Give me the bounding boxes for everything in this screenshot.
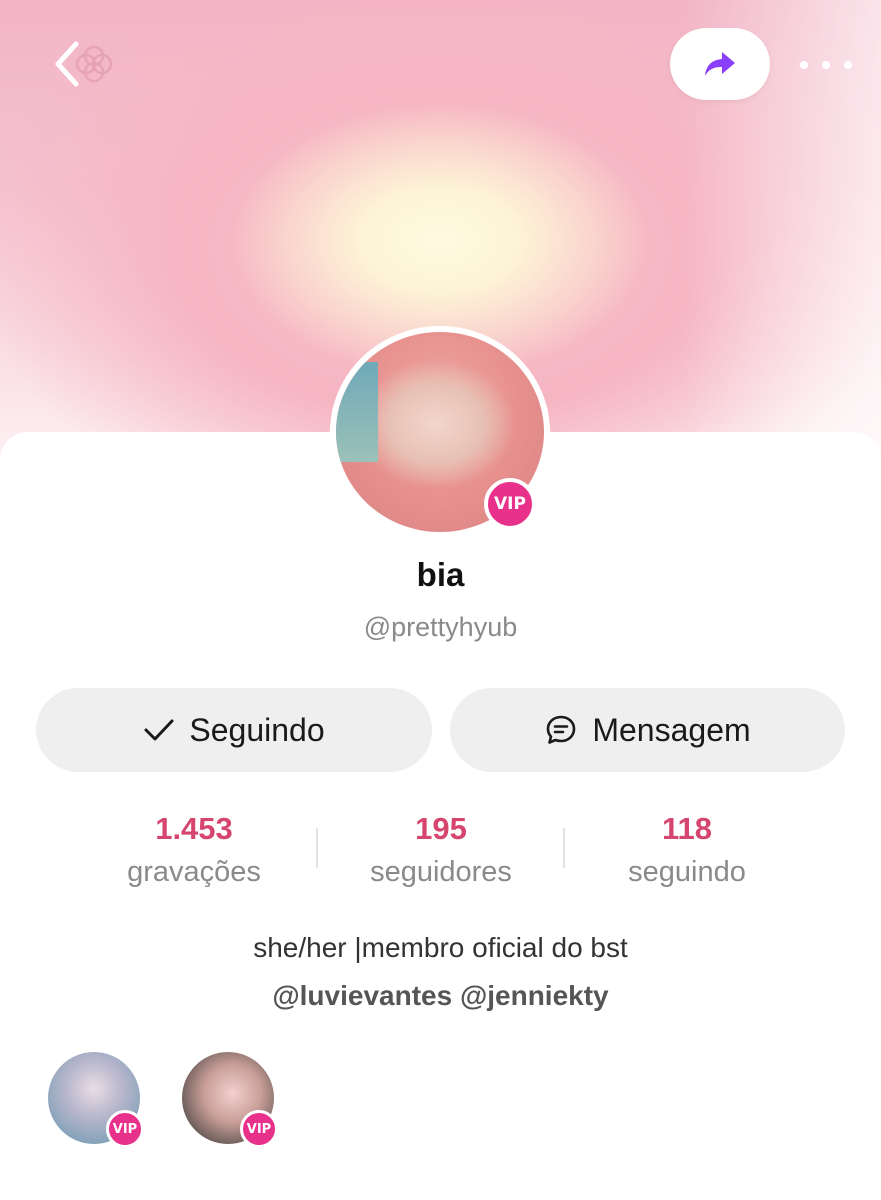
following-button[interactable]: Seguindo	[36, 688, 432, 772]
profile-name: bia	[416, 556, 465, 593]
more-options-button[interactable]	[800, 50, 852, 80]
stat-recordings[interactable]: 1.453 gravações	[74, 808, 314, 892]
stat-divider	[563, 828, 565, 868]
share-arrow-icon	[705, 52, 735, 76]
share-button[interactable]	[670, 28, 770, 100]
stat-value: 1.453	[155, 811, 233, 846]
chevron-left-icon	[55, 41, 113, 87]
more-dot	[822, 61, 830, 69]
message-button[interactable]: Mensagem	[450, 688, 845, 772]
stat-label: gravações	[127, 856, 261, 888]
profile-stats: 1.453 gravações 195 seguidores 118 segui…	[0, 808, 881, 898]
stat-following[interactable]: 118 seguindo	[567, 808, 807, 892]
stat-followers[interactable]: 195 seguidores	[321, 808, 561, 892]
message-label: Mensagem	[592, 711, 751, 748]
linked-account-avatar[interactable]: VIP	[48, 1052, 144, 1148]
vip-badge: VIP	[240, 1110, 278, 1148]
vip-badge: VIP	[484, 478, 536, 530]
chat-bubble-icon	[547, 715, 576, 744]
back-button[interactable]	[48, 36, 128, 96]
stat-value: 195	[415, 811, 467, 846]
stat-divider	[316, 828, 318, 868]
profile-handle: @prettyhyub	[363, 612, 518, 642]
more-dot	[844, 61, 852, 69]
bio-mentions[interactable]: @luvievantes @jenniekty	[0, 980, 881, 1012]
checkmark-icon	[144, 719, 174, 741]
more-dot	[800, 61, 808, 69]
vip-badge: VIP	[106, 1110, 144, 1148]
stat-label: seguindo	[628, 856, 746, 888]
stat-value: 118	[661, 811, 712, 846]
following-label: Seguindo	[189, 711, 325, 748]
stat-label: seguidores	[370, 856, 512, 888]
bio-text: she/her |membro oficial do bst	[253, 932, 628, 963]
linked-account-avatar[interactable]: VIP	[182, 1052, 278, 1148]
